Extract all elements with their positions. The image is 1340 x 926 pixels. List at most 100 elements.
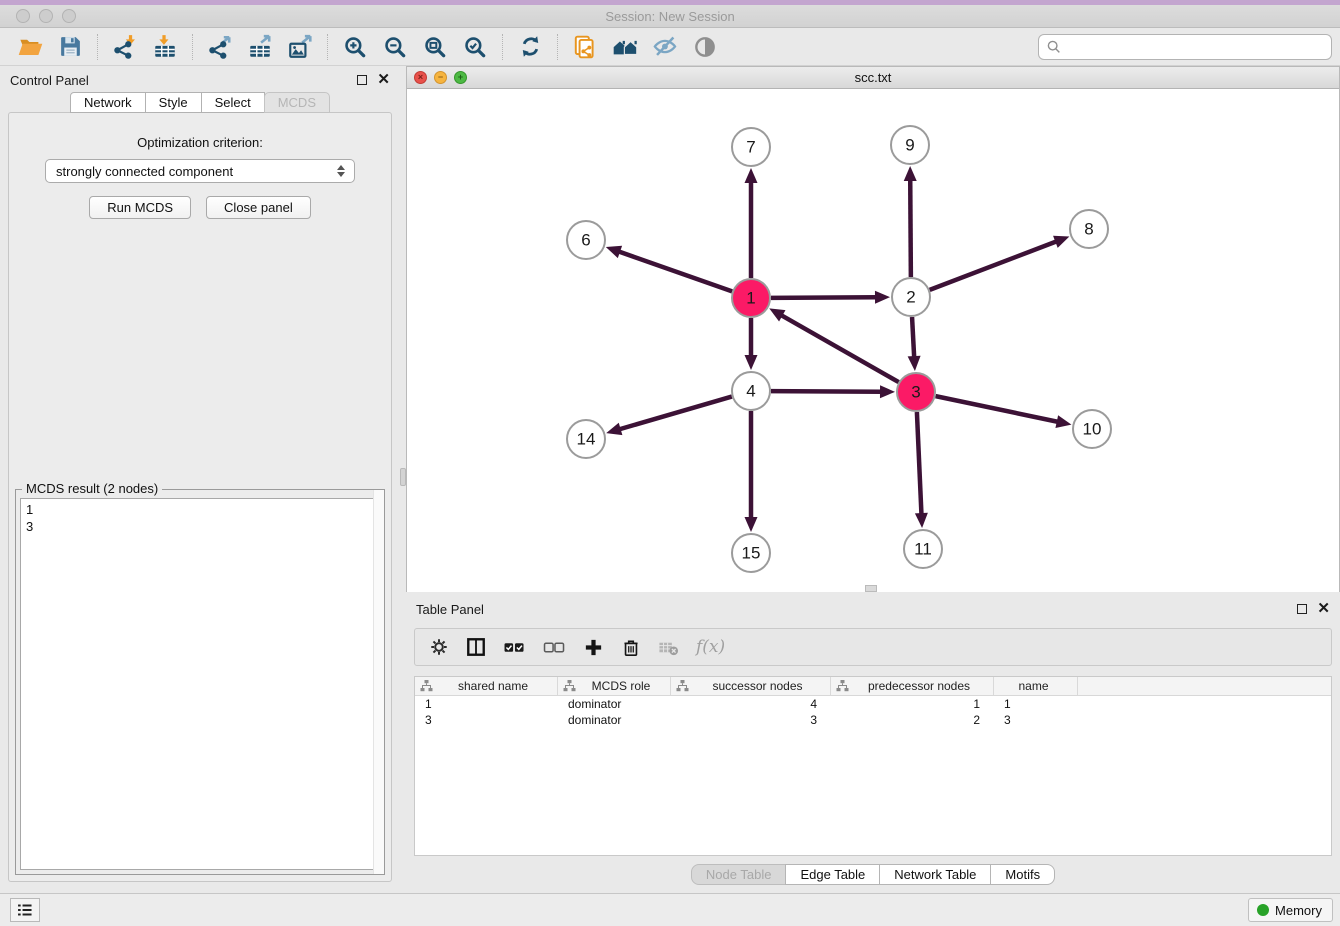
table-row[interactable]: 3dominator323 [415, 712, 1331, 728]
minimize-window-button[interactable] [39, 9, 53, 23]
column-header-label: successor nodes [689, 679, 830, 693]
table-tab-node-table[interactable]: Node Table [691, 864, 787, 885]
column-header-successor-nodes[interactable]: successor nodes [671, 677, 831, 695]
zoom-selected-button[interactable] [455, 31, 495, 63]
table-tab-edge-table[interactable]: Edge Table [785, 864, 880, 885]
result-scrollbar[interactable] [373, 490, 384, 874]
cell-successor-nodes[interactable]: 4 [671, 696, 831, 712]
clone-network-icon [572, 34, 598, 60]
node-3[interactable]: 3 [897, 373, 935, 411]
maximize-window-button[interactable] [62, 9, 76, 23]
table-tab-network-table[interactable]: Network Table [879, 864, 991, 885]
cell-name[interactable]: 1 [994, 696, 1078, 712]
cell-shared-name[interactable]: 1 [415, 696, 558, 712]
node-15[interactable]: 15 [732, 534, 770, 572]
add-column-button[interactable] [583, 637, 604, 658]
network-maximize-button[interactable]: + [454, 71, 467, 84]
clone-network-button[interactable] [565, 31, 605, 63]
zoom-in-button[interactable] [335, 31, 375, 63]
close-table-panel-icon[interactable]: ✕ [1317, 604, 1330, 614]
close-window-button[interactable] [16, 9, 30, 23]
zoom-fit-button[interactable] [415, 31, 455, 63]
cell-predecessor-nodes[interactable]: 2 [831, 712, 994, 728]
cell-mcds-role[interactable]: dominator [558, 696, 671, 712]
node-6[interactable]: 6 [567, 221, 605, 259]
edge-2-9[interactable] [910, 179, 911, 277]
column-header-mcds-role[interactable]: MCDS role [558, 677, 671, 695]
function-builder-button[interactable]: f(x) [696, 637, 725, 657]
network-close-button[interactable]: × [414, 71, 427, 84]
node-8[interactable]: 8 [1070, 210, 1108, 248]
network-window-titlebar[interactable]: × − + scc.txt [407, 67, 1339, 89]
node-4[interactable]: 4 [732, 372, 770, 410]
export-network-button[interactable] [200, 31, 240, 63]
control-tab-network[interactable]: Network [70, 92, 146, 113]
edge-2-8[interactable] [930, 241, 1058, 290]
select-all-columns-button[interactable] [503, 638, 526, 657]
search-field[interactable] [1038, 34, 1332, 60]
table-row[interactable]: 1dominator411 [415, 696, 1331, 712]
save-session-button[interactable] [50, 31, 90, 63]
show-panels-button[interactable] [10, 898, 40, 922]
edge-4-3[interactable] [771, 391, 882, 392]
column-header-name[interactable]: name [994, 677, 1078, 695]
edge-1-2[interactable] [771, 297, 877, 298]
edge-2-3[interactable] [912, 317, 914, 358]
edge-3-11[interactable] [917, 412, 922, 515]
split-columns-button[interactable] [466, 637, 486, 657]
float-table-panel-icon[interactable] [1297, 604, 1307, 614]
edge-3-10[interactable] [936, 396, 1059, 422]
cell-successor-nodes[interactable]: 3 [671, 712, 831, 728]
node-11[interactable]: 11 [904, 530, 942, 568]
hide-graphics-details-button[interactable] [645, 31, 685, 63]
memory-button[interactable]: Memory [1248, 898, 1333, 922]
criterion-dropdown[interactable]: strongly connected component [45, 159, 355, 183]
toolbar-separator [557, 34, 558, 60]
node-1[interactable]: 1 [732, 279, 770, 317]
node-2[interactable]: 2 [892, 278, 930, 316]
mcds-result-text[interactable]: 1 3 [20, 498, 380, 870]
edge-4-14[interactable] [619, 397, 732, 430]
column-header-predecessor-nodes[interactable]: predecessor nodes [831, 677, 994, 695]
edge-3-1[interactable] [781, 315, 899, 382]
export-table-button[interactable] [240, 31, 280, 63]
open-session-button[interactable] [10, 31, 50, 63]
network-browser-button[interactable] [605, 31, 645, 63]
control-tab-select[interactable]: Select [201, 92, 265, 113]
network-minimize-button[interactable]: − [434, 71, 447, 84]
table-tab-motifs[interactable]: Motifs [990, 864, 1055, 885]
export-image-button[interactable] [280, 31, 320, 63]
unselect-all-columns-button[interactable] [543, 638, 566, 657]
delete-table-button[interactable] [658, 637, 679, 658]
float-panel-icon[interactable] [357, 75, 367, 85]
show-graphics-details-button[interactable] [685, 31, 725, 63]
search-input[interactable] [1062, 36, 1331, 58]
node-9[interactable]: 9 [891, 126, 929, 164]
control-tab-mcds[interactable]: MCDS [264, 92, 330, 113]
column-header-shared-name[interactable]: shared name [415, 677, 558, 695]
import-network-button[interactable] [105, 31, 145, 63]
cell-predecessor-nodes[interactable]: 1 [831, 696, 994, 712]
control-panel-tabs: NetworkStyleSelectMCDS [0, 92, 400, 113]
close-panel-icon[interactable]: ✕ [377, 75, 390, 85]
network-graph[interactable]: 1 2 3 4 6 7 8 9 10 11 14 15 [407, 89, 1339, 592]
run-mcds-button[interactable]: Run MCDS [89, 196, 191, 219]
cell-mcds-role[interactable]: dominator [558, 712, 671, 728]
control-tab-style[interactable]: Style [145, 92, 202, 113]
zoom-out-button[interactable] [375, 31, 415, 63]
delete-column-button[interactable] [621, 637, 641, 657]
network-canvas[interactable]: 1 2 3 4 6 7 8 9 10 11 14 15 [407, 89, 1339, 592]
network-resize-handle[interactable] [865, 585, 877, 592]
node-14[interactable]: 14 [567, 420, 605, 458]
table-settings-button[interactable] [429, 637, 449, 657]
refresh-styles-button[interactable] [510, 31, 550, 63]
close-panel-button[interactable]: Close panel [206, 196, 311, 219]
eye-icon [692, 34, 718, 60]
edge-1-6[interactable] [618, 251, 732, 291]
node-10[interactable]: 10 [1073, 410, 1111, 448]
node-7[interactable]: 7 [732, 128, 770, 166]
import-table-button[interactable] [145, 31, 185, 63]
cell-shared-name[interactable]: 3 [415, 712, 558, 728]
window-controls[interactable] [16, 9, 76, 23]
cell-name[interactable]: 3 [994, 712, 1078, 728]
